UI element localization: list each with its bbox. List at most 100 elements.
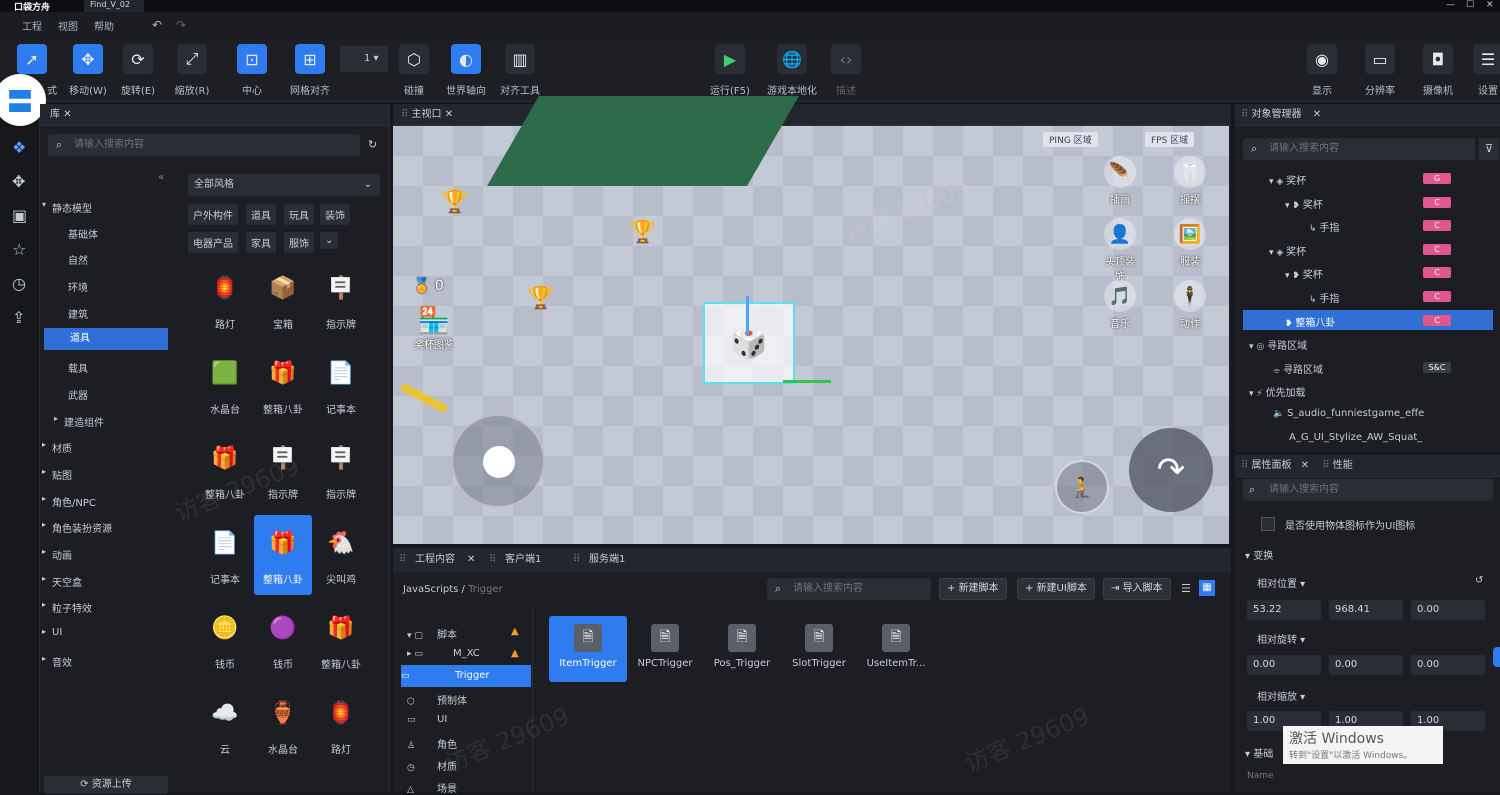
asset-item[interactable]: 🎁 整箱八卦	[254, 515, 312, 595]
upload-assets-button[interactable]: ⟳ 资源上传	[44, 776, 168, 794]
object-tree-item[interactable]: ▾ ❥ 奖杯	[1285, 196, 1323, 211]
style-filter-select[interactable]: 全部风格 ⌄	[188, 174, 380, 196]
asset-item[interactable]: 🏮 路灯	[196, 260, 254, 340]
crouch-button[interactable]: 🧎	[1055, 460, 1109, 514]
object-tree-item[interactable]: ↳ 手指	[1309, 219, 1339, 234]
position-y-field[interactable]: 968.41	[1329, 600, 1403, 620]
asset-tag[interactable]: 玩具	[284, 204, 314, 225]
project-tree-item[interactable]: ▸ ▭ M_XC	[407, 648, 480, 659]
prefab-icon[interactable]: ✥	[12, 172, 25, 191]
expand-arrow-icon[interactable]: ▾	[42, 200, 46, 209]
asset-item[interactable]: 🟣 钱币	[254, 600, 312, 680]
rotation-x-field[interactable]: 0.00	[1247, 655, 1321, 675]
viewport-tab-label[interactable]: 主视口	[412, 109, 442, 120]
asset-item[interactable]: 📄 记事本	[312, 345, 370, 425]
position-z-field[interactable]: 0.00	[1411, 600, 1485, 620]
asset-search-input[interactable]: 请输入搜索内容	[48, 134, 360, 156]
project-tree-item[interactable]: ⬡ 预制体	[407, 692, 467, 707]
expand-arrow-icon[interactable]: ▸	[42, 600, 46, 609]
category-17[interactable]: 音效	[52, 654, 72, 669]
object-search-input[interactable]: 请输入搜索内容	[1243, 138, 1475, 160]
asset-item[interactable]: 🎁 整箱八卦	[254, 345, 312, 425]
category-14[interactable]: 天空盒	[52, 574, 82, 589]
category-8[interactable]: 建造组件	[64, 414, 104, 429]
expand-arrow-icon[interactable]: ▸	[42, 494, 46, 503]
object-tree-item[interactable]: 🔈 S_audio_funniestgame_effe	[1273, 408, 1424, 419]
asset-tag[interactable]: 装饰	[320, 204, 350, 225]
script-file[interactable]: 🗎 NPCTrigger	[626, 616, 704, 682]
script-file[interactable]: 🗎 Pos_Trigger	[703, 616, 781, 682]
describe-button[interactable]: ‹› 描述	[814, 44, 878, 97]
category-9[interactable]: 材质	[52, 440, 72, 455]
import-script-button[interactable]: ⇥ 导入脚本	[1103, 578, 1171, 600]
expand-arrow-icon[interactable]: ▸	[42, 574, 46, 583]
toolbox-icon[interactable]: ▣	[12, 206, 27, 225]
collapse-icon[interactable]: «	[158, 172, 164, 183]
category-5[interactable]: 道具	[44, 328, 168, 350]
list-view-icon[interactable]: ☰	[1181, 582, 1191, 595]
object-tree-item[interactable]: ▾ ◎ 寻路区域	[1249, 337, 1307, 352]
asset-item[interactable]: 🐔 尖叫鸡	[312, 515, 370, 595]
category-16[interactable]: UI	[52, 627, 62, 638]
tab-server[interactable]: 服务端1	[589, 548, 625, 572]
object-tree-item[interactable]: ▾ ⚡ 优先加载	[1249, 384, 1306, 399]
hud-button[interactable]: 🎵 音乐	[1101, 280, 1139, 330]
run-button[interactable]: ▶ 运行(F5)	[698, 44, 762, 97]
category-10[interactable]: 贴图	[52, 467, 72, 482]
menu-project[interactable]: 工程	[22, 18, 42, 33]
upload-icon[interactable]: ⇪	[12, 308, 25, 327]
asset-item[interactable]: 📦 宝箱	[254, 260, 312, 340]
more-tags-icon[interactable]: ⌄	[320, 232, 339, 249]
project-tree-item[interactable]: ▭ UI	[407, 714, 447, 725]
scrollbar-handle[interactable]	[1493, 647, 1500, 667]
virtual-joystick[interactable]	[451, 414, 545, 508]
resolution-button[interactable]: ▭ 分辨率	[1348, 44, 1412, 97]
close-icon[interactable]: ✕	[63, 109, 71, 120]
tab-project-content[interactable]: 工程内容	[415, 548, 455, 572]
close-icon[interactable]: ✕	[1295, 460, 1309, 471]
hud-button[interactable]: 👤 头顶装饰	[1101, 218, 1139, 283]
minimize-icon[interactable]: —	[1446, 0, 1455, 10]
script-file[interactable]: 🗎 ItemTrigger	[549, 616, 627, 682]
grid-snap-button[interactable]: ⊞ 网格对齐	[278, 44, 342, 97]
object-tree-item[interactable]: ↳ 手指	[1309, 290, 1339, 305]
assets-icon[interactable]: ❖	[12, 138, 26, 157]
script-file[interactable]: 🗎 SlotTrigger	[780, 616, 858, 682]
rotation-z-field[interactable]: 0.00	[1411, 655, 1485, 675]
document-tab[interactable]: Find_V_02	[84, 0, 144, 12]
tab-properties[interactable]: 属性面板	[1252, 460, 1292, 471]
reset-icon[interactable]: ↺	[1475, 575, 1483, 586]
category-7[interactable]: 武器	[68, 387, 88, 402]
category-12[interactable]: 角色装扮资源	[52, 520, 112, 535]
trophy-object[interactable]: 🏆	[527, 286, 554, 311]
category-11[interactable]: 角色/NPC	[52, 494, 96, 509]
expand-arrow-icon[interactable]: ▸	[42, 547, 46, 556]
project-tree-item[interactable]: ▾ ▢ 脚本	[407, 626, 457, 641]
close-icon[interactable]: ✕	[445, 109, 453, 120]
basic-section[interactable]: ▾ 基础	[1245, 745, 1273, 760]
category-0[interactable]: 静态模型	[52, 200, 92, 215]
script-file[interactable]: 🗎 UseItemTr...	[857, 616, 935, 682]
settings-button[interactable]: ☰ 设置	[1456, 44, 1500, 97]
category-1[interactable]: 基础体	[68, 226, 98, 241]
category-2[interactable]: 自然	[68, 252, 88, 267]
new-script-button[interactable]: + 新建脚本	[939, 578, 1007, 600]
breadcrumb-current[interactable]: Trigger	[468, 584, 503, 595]
pivot-center-button[interactable]: ⊡ 中心	[220, 44, 284, 97]
menu-help[interactable]: 帮助	[94, 18, 114, 33]
history-icon[interactable]: ◷	[12, 274, 26, 293]
expand-arrow-icon[interactable]: ▸	[42, 520, 46, 529]
transform-section[interactable]: ▾ 变换	[1245, 547, 1273, 562]
expand-arrow-icon[interactable]: ▸	[42, 440, 46, 449]
property-search-input[interactable]: 请输入搜索内容	[1243, 479, 1493, 501]
close-icon[interactable]: ✕	[1305, 109, 1321, 120]
object-tree-item[interactable]: ▾ ❥ 奖杯	[1285, 266, 1323, 281]
hud-button[interactable]: 🕴 动作	[1171, 280, 1209, 330]
asset-item[interactable]: 🪙 钱币	[196, 600, 254, 680]
display-button[interactable]: ◉ 显示	[1290, 44, 1354, 97]
category-15[interactable]: 粒子特效	[52, 600, 92, 615]
breadcrumb-root[interactable]: JavaScripts	[403, 584, 458, 595]
asset-tag[interactable]: 服饰	[284, 232, 314, 253]
gizmo-y-axis[interactable]	[783, 380, 831, 383]
object-tree-item[interactable]: A_G_UI_Stylize_AW_Squat_	[1289, 432, 1422, 443]
